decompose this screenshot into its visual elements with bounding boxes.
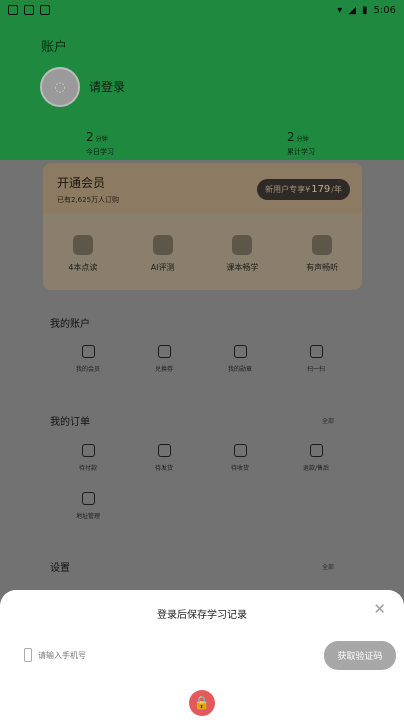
- benefit-textbook[interactable]: 课本畅学: [212, 235, 272, 273]
- order-pending-ship-label: 待发货: [154, 465, 173, 472]
- stat-total: 2 分钟 累计学习: [287, 126, 315, 157]
- settings-all-link[interactable]: 全部: [322, 562, 334, 571]
- refund-icon: [309, 444, 323, 457]
- benefit-ai-label: AI评测: [150, 263, 175, 272]
- truck-icon: [233, 444, 247, 457]
- order-pending-pay-label: 待付款: [78, 465, 97, 472]
- lock-icon: 🔒: [189, 690, 215, 716]
- stat-total-value: 2: [287, 130, 295, 144]
- close-icon[interactable]: ✕: [373, 600, 386, 618]
- account-badge[interactable]: 我的勋章: [210, 345, 270, 373]
- location-icon: [81, 492, 95, 505]
- price-suffix: /年: [331, 185, 342, 194]
- vip-header: 开通会员 已有2,625万人订购 新用户专享¥ 179/年: [43, 163, 362, 213]
- sheet-title: 登录后保存学习记录: [157, 610, 247, 621]
- order-address[interactable]: 地址管理: [58, 492, 118, 520]
- box-icon: [157, 444, 171, 457]
- phone-icon: [24, 648, 32, 662]
- benefit-audio-label: 有声畅听: [306, 263, 339, 272]
- account-scan-label: 扫一扫: [306, 366, 325, 373]
- login-sheet: 登录后保存学习记录 ✕ 获取验证码 🔒: [0, 590, 404, 720]
- account-vip-label: 我的会员: [75, 366, 100, 373]
- account-coupon-label: 兑换券: [154, 366, 173, 373]
- status-time: 5:06: [373, 4, 396, 16]
- benefit-ai[interactable]: AI评测: [133, 235, 193, 273]
- price-value: 179: [311, 184, 331, 195]
- orders-title: 我的订单: [50, 417, 90, 428]
- crown-icon: [81, 345, 95, 358]
- stat-today-unit: 分钟: [95, 136, 108, 143]
- stat-total-unit: 分钟: [296, 136, 309, 143]
- account-title: 我的账户: [50, 319, 90, 330]
- account-badge-label: 我的勋章: [227, 366, 252, 373]
- order-refund-label: 退款/售后: [302, 465, 330, 472]
- app-icon: [40, 5, 50, 15]
- stat-today-value: 2: [86, 130, 94, 144]
- order-pending-ship[interactable]: 待发货: [134, 444, 194, 472]
- battery-icon: ▮: [362, 4, 368, 16]
- book-icon: [72, 235, 93, 255]
- benefit-reading[interactable]: 4本点读: [53, 235, 113, 273]
- gift-icon: [157, 345, 171, 358]
- account-vip[interactable]: 我的会员: [58, 345, 118, 373]
- order-refund[interactable]: 退款/售后: [286, 444, 346, 472]
- signal-icon: ◢: [348, 4, 357, 16]
- benefit-audio[interactable]: 有声畅听: [292, 235, 352, 273]
- notification-icon: [8, 5, 18, 15]
- page-title: 账户: [41, 40, 68, 55]
- ai-icon: [152, 235, 173, 255]
- wallet-icon: [81, 444, 95, 457]
- order-pending-receive[interactable]: 待收货: [210, 444, 270, 472]
- benefit-reading-label: 4本点读: [68, 263, 98, 272]
- phone-input[interactable]: [38, 650, 278, 660]
- benefit-textbook-label: 课本畅学: [226, 263, 259, 272]
- login-link[interactable]: 请登录: [89, 78, 125, 95]
- status-bar: ▾ ◢ ▮ 5:06: [0, 0, 404, 20]
- play-icon: [232, 235, 253, 255]
- get-code-button[interactable]: 获取验证码: [324, 641, 396, 670]
- medal-icon: [233, 345, 247, 358]
- headphones-icon: [312, 235, 333, 255]
- scan-icon: [309, 345, 323, 358]
- avatar-icon: ◌: [54, 79, 66, 95]
- vip-benefits: 4本点读 AI评测 课本畅学 有声畅听: [43, 213, 362, 273]
- vip-price-button[interactable]: 新用户专享¥ 179/年: [257, 179, 350, 200]
- vip-card[interactable]: 开通会员 已有2,625万人订购 新用户专享¥ 179/年 4本点读 AI评测 课…: [43, 163, 362, 290]
- avatar[interactable]: ◌: [40, 67, 80, 107]
- phone-field[interactable]: [17, 640, 317, 670]
- stat-total-label: 累计学习: [287, 148, 315, 156]
- orders-all-link[interactable]: 全部: [322, 416, 334, 425]
- price-prefix: 新用户专享¥: [265, 185, 311, 194]
- settings-title: 设置: [50, 563, 70, 574]
- screen: ▾ ◢ ▮ 5:06 账户 ◌ 请登录 2 分钟 今日学习 2 分钟 累计学习 开通…: [0, 0, 404, 720]
- order-pending-pay[interactable]: 待付款: [58, 444, 118, 472]
- order-address-label: 地址管理: [75, 513, 100, 520]
- stat-today-label: 今日学习: [86, 148, 114, 156]
- account-coupon[interactable]: 兑换券: [134, 345, 194, 373]
- gallery-icon: [24, 5, 34, 15]
- wifi-icon: ▾: [337, 4, 343, 16]
- stat-today: 2 分钟 今日学习: [86, 126, 114, 157]
- order-pending-receive-label: 待收货: [230, 465, 249, 472]
- account-scan[interactable]: 扫一扫: [286, 345, 346, 373]
